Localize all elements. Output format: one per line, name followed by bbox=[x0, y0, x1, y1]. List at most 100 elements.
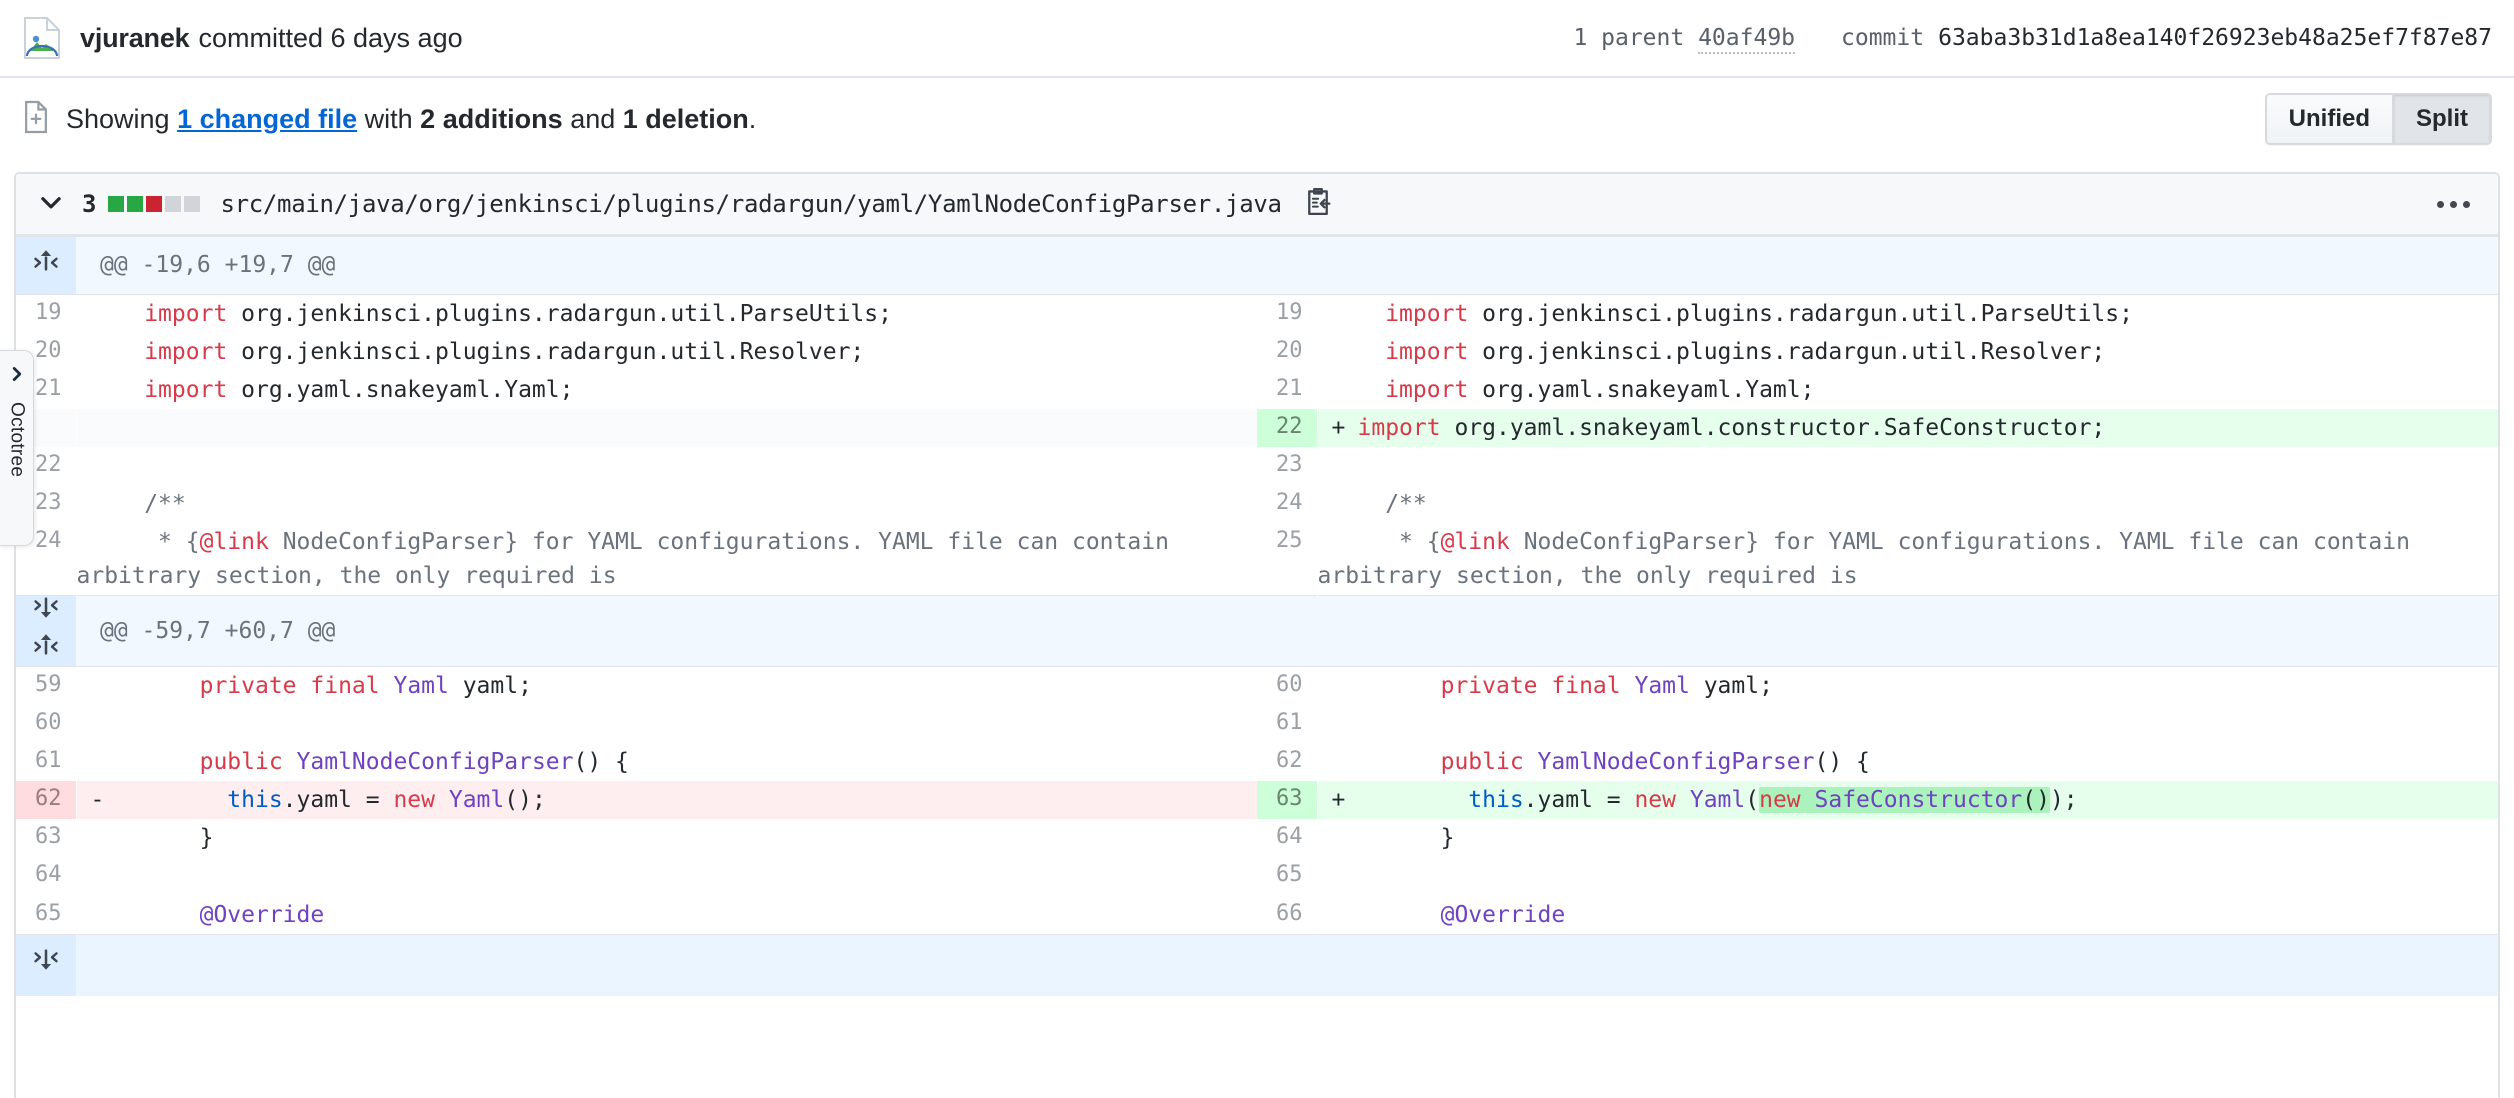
split-view-button[interactable]: Split bbox=[2392, 95, 2490, 143]
chevron-down-icon[interactable] bbox=[38, 189, 64, 220]
left-code-cell[interactable] bbox=[76, 409, 1257, 448]
file-path[interactable]: src/main/java/org/jenkinsci/plugins/rada… bbox=[220, 190, 1282, 218]
octotree-label: Octotree bbox=[6, 402, 28, 478]
diff-row: 24 * {@link NodeConfigParser} for YAML c… bbox=[16, 523, 2498, 596]
kebab-menu-icon[interactable] bbox=[2427, 193, 2480, 216]
file-diff-icon bbox=[22, 100, 50, 139]
left-line-number[interactable]: 19 bbox=[16, 294, 76, 334]
showing-prefix: Showing bbox=[66, 103, 178, 134]
unfold-down-icon[interactable] bbox=[32, 948, 60, 982]
code-text: import org.jenkinsci.plugins.radargun.ut… bbox=[1385, 301, 2133, 327]
right-code-cell[interactable]: import org.jenkinsci.plugins.radargun.ut… bbox=[1317, 295, 2498, 334]
left-code-cell[interactable]: private final Yaml yaml; bbox=[76, 667, 1257, 706]
commit-refs: 1 parent 40af49b commit 63aba3b31d1a8ea1… bbox=[1573, 25, 2492, 54]
right-code-cell[interactable]: import org.yaml.snakeyaml.Yaml; bbox=[1317, 371, 2498, 409]
unfold-up-icon[interactable] bbox=[32, 632, 60, 666]
copy-path-icon[interactable] bbox=[1304, 187, 1332, 222]
left-code-cell[interactable]: @Override bbox=[76, 896, 1257, 935]
right-line-number[interactable]: 66 bbox=[1257, 895, 1317, 935]
unfold-down-icon[interactable] bbox=[32, 596, 60, 630]
code-text: public YamlNodeConfigParser() { bbox=[1440, 749, 1870, 776]
commit-sha[interactable]: 63aba3b31d1a8ea140f26923eb48a25ef7f87e87 bbox=[1938, 25, 2492, 51]
right-line-number[interactable]: 61 bbox=[1257, 705, 1317, 744]
right-line-number[interactable]: 62 bbox=[1257, 743, 1317, 782]
right-code-cell[interactable]: } bbox=[1317, 819, 2498, 857]
right-code-cell[interactable]: private final Yaml yaml; bbox=[1317, 667, 2498, 706]
code-text: private final Yaml yaml; bbox=[199, 673, 532, 700]
right-line-number[interactable]: 24 bbox=[1257, 485, 1317, 524]
left-code-cell[interactable]: - this.yaml = new Yaml(); bbox=[76, 781, 1257, 820]
diff-row: 62- this.yaml = new Yaml(); 63 + this.yaml… bbox=[16, 781, 2498, 820]
left-line-number[interactable]: 64 bbox=[16, 857, 76, 896]
left-code-cell[interactable]: } bbox=[76, 819, 1257, 857]
right-code-cell[interactable] bbox=[1317, 447, 2498, 485]
commit-author-name[interactable]: vjuranek bbox=[80, 23, 190, 54]
commit-author-area: vjuranek committed 6 days ago bbox=[0, 16, 1573, 60]
diff-row: 19 import org.jenkinsci.plugins.radargun… bbox=[16, 294, 2498, 334]
hunk-expand-button[interactable] bbox=[16, 236, 76, 295]
dot bbox=[2450, 200, 2457, 208]
and-text: and bbox=[562, 103, 623, 134]
diff-view-toggle[interactable]: Unified Split bbox=[2264, 93, 2492, 145]
left-line-number[interactable]: 63 bbox=[16, 819, 76, 858]
left-line-number[interactable]: 65 bbox=[16, 895, 76, 935]
code-text: this.yaml = new Yaml(); bbox=[227, 787, 546, 814]
left-code-cell[interactable] bbox=[76, 857, 1257, 895]
diff-row: 59 private final Yaml yaml; 60 private fi… bbox=[16, 666, 2498, 706]
changed-files-link[interactable]: 1 changed file bbox=[177, 104, 357, 134]
commit-diff-page: vjuranek committed 6 days ago 1 parent 4… bbox=[0, 0, 2514, 1098]
left-code-cell[interactable] bbox=[76, 447, 1257, 485]
hunk-expand-button[interactable] bbox=[16, 595, 76, 668]
right-code-cell[interactable]: @Override bbox=[1317, 896, 2498, 935]
left-line-number[interactable]: 61 bbox=[16, 743, 76, 782]
right-line-number[interactable]: 63 bbox=[1257, 781, 1317, 820]
tail-expand-button[interactable] bbox=[16, 933, 76, 997]
octotree-sidebar-tab[interactable]: Octotree bbox=[0, 350, 34, 546]
right-line-number[interactable]: 60 bbox=[1257, 666, 1317, 706]
left-line-number[interactable]: 62 bbox=[16, 781, 76, 820]
diff-body: @@ -19,6 +19,7 @@ 19 import org.jenkinsci… bbox=[16, 236, 2498, 997]
left-line-number[interactable]: 59 bbox=[16, 666, 76, 706]
right-line-number[interactable]: 20 bbox=[1257, 333, 1317, 372]
right-code-cell[interactable]: + import org.yaml.snakeyaml.constructor.S… bbox=[1317, 409, 2498, 448]
right-line-number[interactable]: 19 bbox=[1257, 294, 1317, 334]
diff-row: 65 @Override 66 @Override bbox=[16, 895, 2498, 935]
diff-row: 22 + import org.yaml.snakeyaml.constructor… bbox=[16, 409, 2498, 448]
left-code-cell[interactable]: import org.jenkinsci.plugins.radargun.ut… bbox=[76, 333, 1257, 371]
left-code-cell[interactable]: /** bbox=[76, 485, 1257, 523]
left-code-cell[interactable]: import org.jenkinsci.plugins.radargun.ut… bbox=[76, 295, 1257, 334]
code-text: import org.yaml.snakeyaml.constructor.Sa… bbox=[1357, 415, 2106, 442]
right-code-cell[interactable] bbox=[1317, 857, 2498, 895]
left-code-cell[interactable]: import org.yaml.snakeyaml.Yaml; bbox=[76, 371, 1257, 409]
period: . bbox=[748, 103, 757, 134]
right-line-number[interactable]: 65 bbox=[1257, 857, 1317, 896]
right-code-cell[interactable]: * {@link NodeConfigParser} for YAML conf… bbox=[1317, 523, 2498, 596]
right-code-cell[interactable]: + this.yaml = new Yaml(new SafeConstruct… bbox=[1317, 781, 2498, 820]
code-text: } bbox=[116, 825, 214, 852]
hunk-header-text: @@ -19,6 +19,7 @@ bbox=[76, 236, 2498, 295]
file-changes-count: 3 bbox=[82, 190, 97, 218]
left-code-cell[interactable]: public YamlNodeConfigParser() { bbox=[76, 743, 1257, 781]
right-line-number[interactable]: 22 bbox=[1257, 409, 1317, 448]
unified-view-button[interactable]: Unified bbox=[2266, 95, 2392, 143]
deletions-count: 1 deletion bbox=[622, 103, 749, 134]
code-text: * {@link NodeConfigParser} for YAML conf… bbox=[76, 529, 1183, 590]
right-code-cell[interactable]: public YamlNodeConfigParser() { bbox=[1317, 743, 2498, 781]
right-line-number[interactable]: 25 bbox=[1257, 523, 1317, 596]
right-line-number[interactable]: 64 bbox=[1257, 819, 1317, 858]
left-code-cell[interactable]: * {@link NodeConfigParser} for YAML conf… bbox=[76, 523, 1257, 596]
file-diff-header: 3 src/main/java/org/jenkinsci/plugins/ra… bbox=[16, 174, 2498, 236]
unfold-up-icon[interactable] bbox=[32, 248, 60, 282]
left-line-number[interactable]: 60 bbox=[16, 705, 76, 744]
left-code-cell[interactable] bbox=[76, 705, 1257, 743]
diff-row: 23 /** 24 /** bbox=[16, 485, 2498, 524]
right-code-cell[interactable]: /** bbox=[1317, 485, 2498, 523]
parent-hash-link[interactable]: 40af49b bbox=[1698, 25, 1796, 54]
with-text: with bbox=[357, 103, 421, 134]
right-line-number[interactable]: 21 bbox=[1257, 371, 1317, 410]
broken-image-icon bbox=[22, 16, 62, 60]
code-text: } bbox=[1357, 825, 1455, 852]
right-line-number[interactable]: 23 bbox=[1257, 447, 1317, 486]
right-code-cell[interactable] bbox=[1317, 705, 2498, 743]
right-code-cell[interactable]: import org.jenkinsci.plugins.radargun.ut… bbox=[1317, 333, 2498, 371]
